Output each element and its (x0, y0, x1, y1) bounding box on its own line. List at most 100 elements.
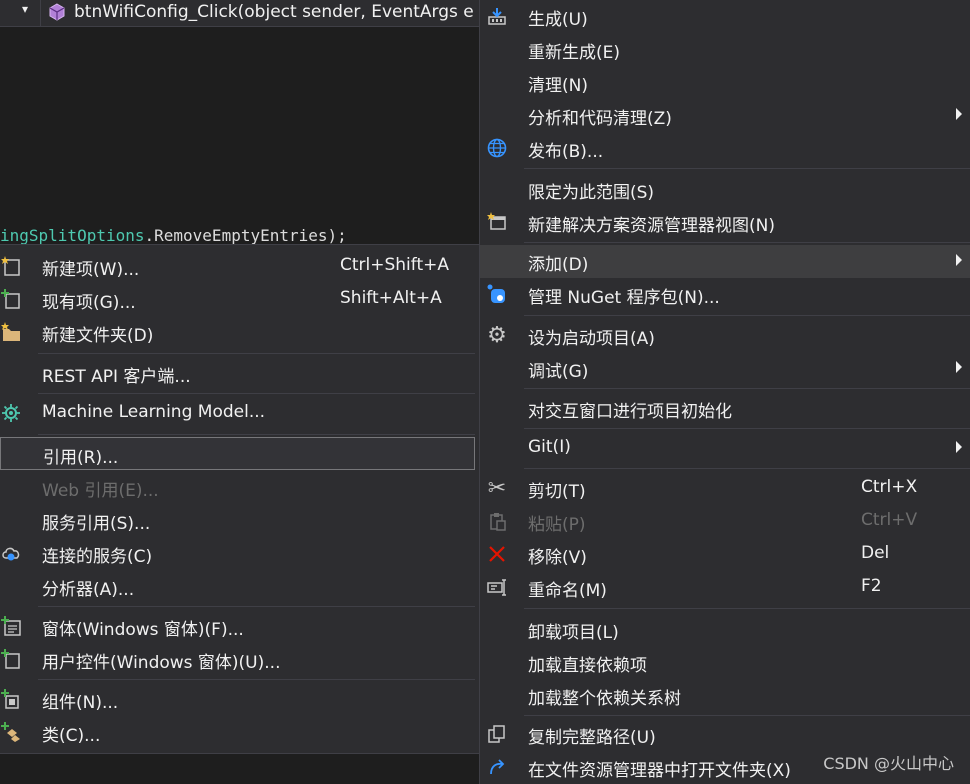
menu-item-label: 窗体(Windows 窗体)(F)... (42, 620, 244, 640)
menu-item-new-view[interactable]: 新建解决方案资源管理器视图(N) (480, 206, 970, 239)
menu-item-label: 移除(V) (528, 548, 587, 568)
shortcut-text: Ctrl+V (861, 510, 918, 530)
submenu-item-analyzer[interactable]: 分析器(A)... (0, 570, 479, 603)
add-existing-icon (0, 286, 24, 312)
submenu-item-windows-form[interactable]: 窗体(Windows 窗体)(F)... (0, 610, 479, 643)
menu-item-cut[interactable]: ✂ 剪切(T) Ctrl+X (480, 472, 970, 505)
form-icon (0, 613, 24, 639)
menu-item-rebuild[interactable]: 重新生成(E) (480, 33, 970, 66)
menu-separator (524, 715, 970, 716)
divider (40, 0, 41, 26)
menu-item-nuget[interactable]: 管理 NuGet 程序包(N)... (480, 278, 970, 311)
menu-item-debug[interactable]: 调试(G) (480, 352, 970, 385)
copy-icon (484, 721, 510, 747)
code-line: ingSplitOptions.RemoveEmptyEntries); (0, 226, 347, 245)
menu-separator (38, 393, 475, 394)
user-control-icon (0, 646, 24, 672)
menu-item-scope[interactable]: 限定为此范围(S) (480, 173, 970, 206)
menu-separator (38, 679, 475, 680)
menu-item-remove[interactable]: 移除(V) Del (480, 538, 970, 571)
submenu-arrow-icon (956, 108, 962, 120)
menu-separator (38, 434, 475, 435)
gear-icon: ⚙ (487, 322, 507, 348)
menu-item-label: Web 引用(E)... (42, 481, 159, 501)
menu-item-build[interactable]: 生成(U) (480, 0, 970, 33)
menu-item-label: 组件(N)... (42, 693, 119, 713)
menu-item-analyze[interactable]: 分析和代码清理(Z) (480, 99, 970, 132)
menu-item-label: 调试(G) (528, 362, 589, 382)
menu-item-label: 设为启动项目(A) (528, 329, 655, 349)
menu-item-label: REST API 客户端... (42, 367, 191, 387)
menu-item-add[interactable]: 添加(D) (480, 245, 970, 278)
menu-item-publish[interactable]: 发布(B)... (480, 132, 970, 165)
menu-item-label: 分析和代码清理(Z) (528, 109, 672, 129)
navigation-bar: ▾ btnWifiConfig_Click(object sender, Eve… (0, 0, 480, 27)
menu-item-label: 在文件资源管理器中打开文件夹(X) (528, 761, 791, 781)
shortcut-text: F2 (861, 576, 882, 596)
globe-icon (484, 135, 510, 161)
menu-item-paste[interactable]: 粘贴(P) Ctrl+V (480, 505, 970, 538)
submenu-item-existing-item[interactable]: 现有项(G)... Shift+Alt+A (0, 283, 479, 316)
menu-item-label: 对交互窗口进行项目初始化 (528, 402, 732, 422)
menu-item-label: 新建项(W)... (42, 260, 140, 280)
menu-item-label: 类(C)... (42, 726, 101, 746)
method-dropdown[interactable]: btnWifiConfig_Click(object sender, Event… (74, 2, 480, 22)
shortcut-text: Ctrl+X (861, 477, 918, 497)
submenu-item-new-folder[interactable]: 新建文件夹(D) (0, 316, 479, 349)
menu-item-load-tree[interactable]: 加载整个依赖关系树 (480, 679, 970, 712)
watermark: CSDN @火山中心 (823, 754, 954, 773)
submenu-item-rest-api[interactable]: REST API 客户端... (0, 357, 479, 390)
menu-separator (524, 242, 970, 243)
menu-item-label: 新建解决方案资源管理器视图(N) (528, 216, 775, 236)
chevron-down-icon[interactable]: ▾ (22, 2, 28, 16)
submenu-item-new-item[interactable]: 新建项(W)... Ctrl+Shift+A (0, 250, 479, 283)
scissors-icon: ✂ (487, 475, 507, 501)
submenu-item-user-control[interactable]: 用户控件(Windows 窗体)(U)... (0, 643, 479, 676)
menu-item-label: 新建文件夹(D) (42, 326, 154, 346)
submenu-item-service-reference[interactable]: 服务引用(S)... (0, 504, 479, 537)
add-submenu: 新建项(W)... Ctrl+Shift+A 现有项(G)... Shift+A… (0, 244, 480, 754)
menu-item-label: 清理(N) (528, 76, 588, 96)
menu-item-unload[interactable]: 卸载项目(L) (480, 613, 970, 646)
shortcut-text: Shift+Alt+A (340, 288, 442, 308)
rename-icon (484, 574, 510, 600)
menu-separator (524, 388, 970, 389)
shortcut-text: Ctrl+Shift+A (340, 255, 450, 275)
menu-item-label: 加载整个依赖关系树 (528, 689, 681, 709)
submenu-item-reference[interactable]: 引用(R)... (0, 437, 475, 470)
menu-item-label: 重命名(M) (528, 581, 607, 601)
menu-item-label: Machine Learning Model... (42, 402, 266, 422)
menu-item-label: 粘贴(P) (528, 515, 586, 535)
menu-item-copy-path[interactable]: 复制完整路径(U) (480, 718, 970, 751)
submenu-item-connected-service[interactable]: 连接的服务(C) (0, 537, 479, 570)
class-icon (0, 719, 24, 745)
menu-item-clean[interactable]: 清理(N) (480, 66, 970, 99)
redo-arrow-icon (484, 754, 510, 780)
submenu-arrow-icon (956, 254, 962, 266)
menu-item-label: 复制完整路径(U) (528, 728, 656, 748)
submenu-arrow-icon (956, 361, 962, 373)
menu-item-startup[interactable]: ⚙ 设为启动项目(A) (480, 319, 970, 352)
ml-model-icon (0, 400, 24, 426)
menu-item-rename[interactable]: 重命名(M) F2 (480, 571, 970, 604)
menu-item-load-direct[interactable]: 加载直接依赖项 (480, 646, 970, 679)
submenu-item-component[interactable]: 组件(N)... (0, 683, 479, 716)
menu-item-git[interactable]: Git(I) (480, 432, 970, 465)
menu-separator (524, 608, 970, 609)
menu-separator (524, 428, 970, 429)
menu-item-interactive[interactable]: 对交互窗口进行项目初始化 (480, 392, 970, 425)
submenu-item-class[interactable]: 类(C)... (0, 716, 479, 749)
shortcut-text: Del (861, 543, 890, 563)
submenu-item-web-reference[interactable]: Web 引用(E)... (0, 471, 479, 504)
code-text: .RemoveEmptyEntries); (144, 226, 347, 245)
menu-item-label: 发布(B)... (528, 142, 604, 162)
menu-item-label: 卸载项目(L) (528, 623, 619, 643)
submenu-item-ml-model[interactable]: Machine Learning Model... (0, 397, 479, 430)
menu-item-label: 加载直接依赖项 (528, 656, 647, 676)
code-type: ingSplitOptions (0, 226, 145, 245)
menu-item-label: 限定为此范围(S) (528, 183, 655, 203)
build-icon (484, 3, 510, 29)
cloud-icon (0, 540, 24, 566)
menu-separator (38, 606, 475, 607)
menu-item-label: Git(I) (528, 437, 571, 457)
